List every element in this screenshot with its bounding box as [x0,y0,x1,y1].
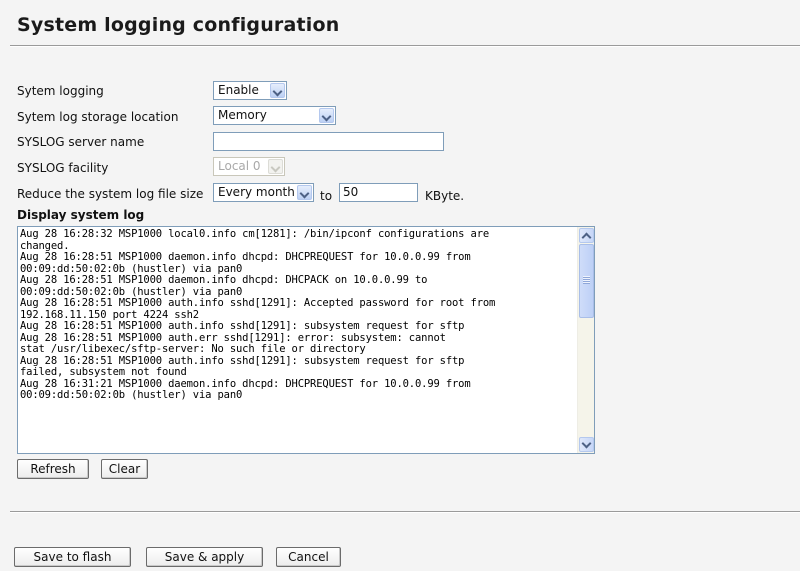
reduce-period-value: Every month [218,185,295,199]
log-line: Aug 28 16:28:51 MSP1000 daemon.info dhcp… [20,251,471,263]
arrow-down-icon[interactable] [579,437,594,452]
divider-bottom [10,511,800,513]
save-apply-button[interactable]: Save & apply [146,547,263,567]
log-line: Aug 28 16:28:32 MSP1000 local0.info cm[1… [20,228,490,240]
storage-location-value: Memory [218,108,267,122]
log-line: Aug 28 16:28:51 MSP1000 auth.info sshd[1… [20,320,465,332]
save-to-flash-button[interactable]: Save to flash [14,547,131,567]
syslog-facility-select: Local 0 [213,157,285,176]
page-title: System logging configuration [17,14,340,36]
syslog-server-input[interactable] [213,132,444,151]
storage-location-label: Sytem log storage location [17,110,179,124]
log-line: Aug 28 16:28:51 MSP1000 auth.info sshd[1… [20,297,496,309]
chevron-down-icon[interactable] [297,185,312,200]
log-line: failed, subsystem not found [20,366,187,378]
log-size-input[interactable]: 50 [339,183,418,202]
log-line: Aug 28 16:28:51 MSP1000 daemon.info dhcp… [20,274,428,286]
log-content: Aug 28 16:28:32 MSP1000 local0.info cm[1… [20,228,576,402]
chevron-down-icon [268,159,283,174]
chevron-down-icon[interactable] [270,83,285,98]
scroll-thumb[interactable] [579,244,594,318]
divider-top [10,45,800,47]
storage-location-select[interactable]: Memory [213,106,336,125]
syslog-server-label: SYSLOG server name [17,135,145,149]
refresh-button[interactable]: Refresh [17,459,89,479]
log-line: 00:09:dd:50:02:0b (hustler) via pan0 [20,389,243,401]
system-logging-value: Enable [218,83,259,97]
clear-button[interactable]: Clear [101,459,148,479]
syslog-facility-value: Local 0 [218,159,261,173]
cancel-button[interactable]: Cancel [276,547,341,567]
log-scrollbar[interactable] [577,227,594,453]
chevron-down-icon[interactable] [319,108,334,123]
to-label: to [320,189,333,203]
system-log-textarea[interactable]: Aug 28 16:28:32 MSP1000 local0.info cm[1… [17,226,595,454]
display-log-heading: Display system log [17,208,145,222]
log-line: stat /usr/libexec/sftp-server: No such f… [20,343,366,355]
system-logging-select[interactable]: Enable [213,81,287,100]
reduce-size-label: Reduce the system log file size [17,187,204,201]
reduce-period-select[interactable]: Every month [213,183,314,202]
arrow-up-icon[interactable] [579,228,594,243]
unit-label: KByte. [425,189,465,203]
syslog-facility-label: SYSLOG facility [17,161,109,175]
system-logging-label: Sytem logging [17,84,104,98]
